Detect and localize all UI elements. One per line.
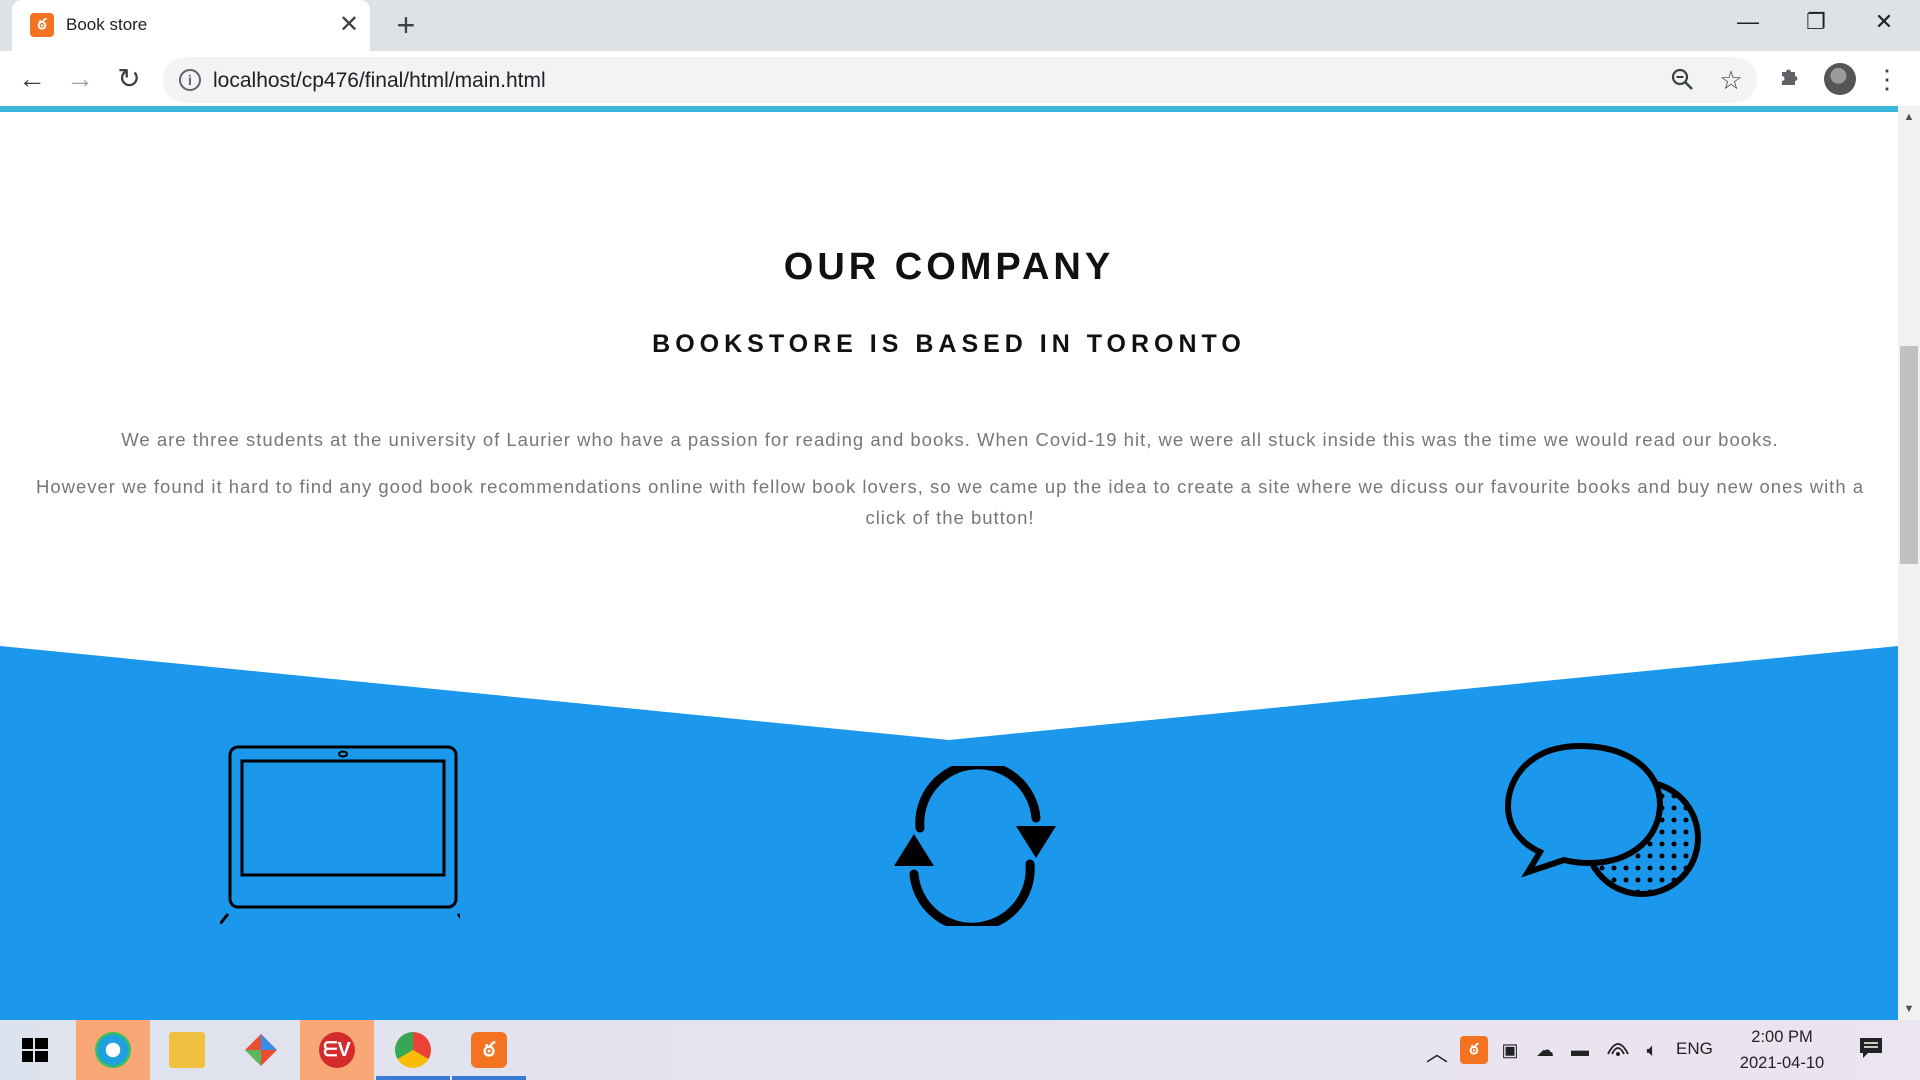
taskbar-xampp[interactable]: ఠ <box>452 1020 526 1080</box>
page-subtitle: BOOKSTORE IS BASED IN TORONTO <box>652 330 1246 358</box>
forward-button[interactable]: → <box>60 60 100 100</box>
window-minimize-button[interactable]: — <box>1714 0 1782 44</box>
address-bar[interactable]: i localhost/cp476/final/html/main.html ☆ <box>163 57 1757 103</box>
bookmark-star-icon[interactable]: ☆ <box>1716 65 1746 95</box>
scroll-up-icon[interactable]: ▲ <box>1898 106 1920 128</box>
chrome-open-indicator <box>376 1076 450 1080</box>
tab-book-store[interactable]: ఠ Book store ✕ <box>12 0 370 51</box>
taskbar-git[interactable] <box>224 1020 298 1080</box>
xampp-open-indicator <box>452 1076 526 1080</box>
extensions-icon[interactable] <box>1775 64 1805 94</box>
tray-onedrive-icon[interactable]: ☁ <box>1531 1036 1559 1064</box>
folder-icon <box>169 1032 205 1068</box>
chat-bubbles-icon <box>1504 742 1701 897</box>
expressvpn-icon: ᗴV <box>319 1032 355 1068</box>
browser-toolbar: ← → ↻ i localhost/cp476/final/html/main.… <box>0 51 1920 108</box>
url-text[interactable]: localhost/cp476/final/html/main.html <box>213 69 546 93</box>
start-button[interactable] <box>10 1020 62 1080</box>
new-tab-button[interactable]: + <box>390 9 422 42</box>
info-icon[interactable]: i <box>179 69 201 91</box>
taskbar-edge[interactable] <box>76 1020 150 1080</box>
about-paragraph-1: We are three students at the university … <box>121 429 1779 450</box>
xampp-icon: ఠ <box>471 1032 507 1068</box>
xampp-favicon-icon: ఠ <box>30 13 54 37</box>
accent-bar <box>0 106 1898 112</box>
tab-strip: ఠ Book store ✕ + — ❐ ✕ <box>0 0 1920 51</box>
menu-icon[interactable]: ⋮ <box>1872 64 1902 94</box>
scroll-thumb[interactable] <box>1900 346 1918 564</box>
window-close-button[interactable]: ✕ <box>1850 0 1918 44</box>
about-paragraph-2: However we found it hard to find any goo… <box>35 476 1865 528</box>
chrome-icon <box>395 1032 431 1068</box>
tab-close-icon[interactable]: ✕ <box>335 11 363 39</box>
back-button[interactable]: ← <box>12 60 52 100</box>
tray-overflow-chevron-icon[interactable]: ︿ <box>1425 1036 1449 1066</box>
taskbar-expressvpn[interactable]: ᗴV <box>300 1020 374 1080</box>
vertical-scrollbar[interactable]: ▲ ▼ <box>1898 106 1920 1020</box>
zoom-out-icon[interactable] <box>1668 66 1696 94</box>
laptop-icon <box>220 745 460 924</box>
windows-logo-icon <box>22 1038 48 1062</box>
tray-battery-icon[interactable]: ▬ <box>1566 1036 1594 1064</box>
tray-volume-icon[interactable]: 🔈︎ <box>1638 1036 1666 1064</box>
tray-wifi-icon[interactable] <box>1604 1036 1632 1064</box>
edge-icon <box>95 1032 131 1068</box>
tray-date[interactable]: 2021-04-10 <box>1730 1054 1834 1073</box>
reload-button[interactable]: ↻ <box>109 60 149 100</box>
taskbar-file-explorer[interactable] <box>150 1020 224 1080</box>
tray-xampp-icon[interactable]: ఠ <box>1460 1036 1488 1064</box>
notifications-icon[interactable] <box>1856 1036 1886 1064</box>
tray-meet-icon[interactable]: ▣ <box>1496 1036 1524 1064</box>
window-restore-button[interactable]: ❐ <box>1782 0 1850 44</box>
scroll-down-icon[interactable]: ▼ <box>1898 998 1920 1020</box>
taskbar-chrome[interactable] <box>376 1020 450 1080</box>
tab-title: Book store <box>66 15 148 34</box>
tray-time[interactable]: 2:00 PM <box>1730 1028 1834 1047</box>
profile-avatar[interactable] <box>1824 63 1856 95</box>
page-title: OUR COMPANY <box>783 246 1115 288</box>
git-icon <box>245 1034 277 1066</box>
tray-language[interactable]: ENG <box>1676 1039 1713 1059</box>
windows-taskbar: ᗴV ఠ ︿ ఠ ▣ ☁ ▬ 🔈︎ ENG 2:00 PM 2021-04-10 <box>0 1020 1920 1080</box>
sync-icon <box>894 766 1056 926</box>
